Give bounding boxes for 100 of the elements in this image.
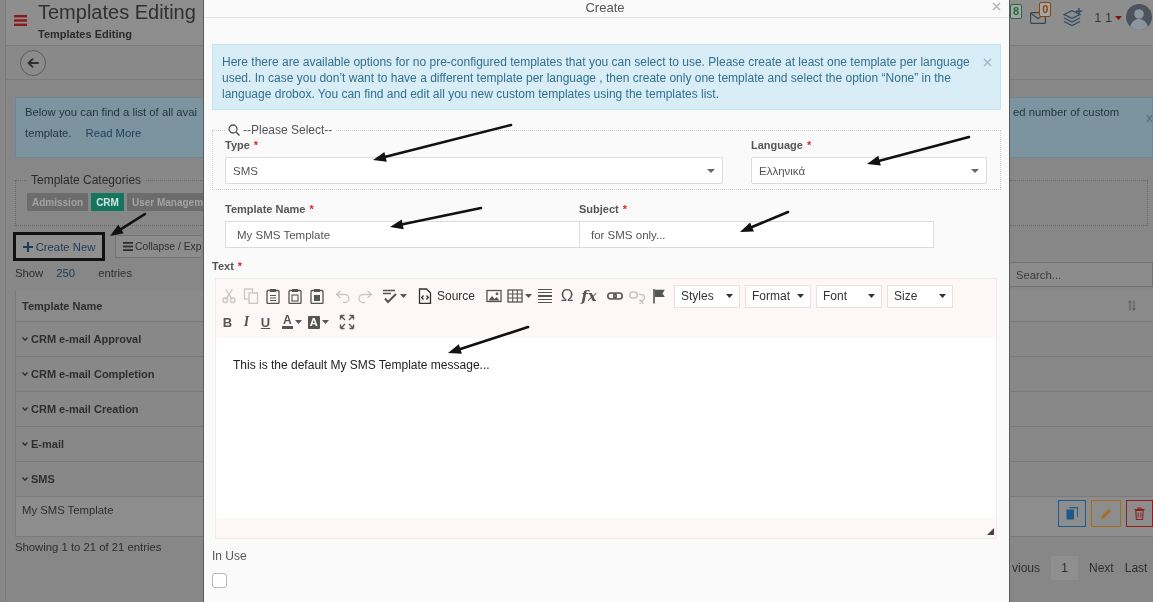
editor-content-field[interactable]: This is the default My SMS Template message... xyxy=(216,338,996,518)
caret-icon xyxy=(868,294,876,298)
field-label: Type xyxy=(225,138,250,152)
sort-icon xyxy=(1128,300,1136,311)
info-text: Below you can find a list of all avai template. Read More xyxy=(25,105,199,141)
list-icon xyxy=(123,242,133,251)
chevron-down-icon xyxy=(22,442,28,446)
table-info: Showing 1 to 21 of 21 entries xyxy=(15,540,163,554)
field-label: Template Name xyxy=(225,202,306,216)
field-label: Subject xyxy=(579,202,619,216)
chevron-down-icon xyxy=(22,372,28,376)
collapse-expand-button[interactable]: Collapse / Exp xyxy=(115,235,202,258)
editor-text: This is the default My SMS Template message... xyxy=(233,358,491,372)
redo-icon xyxy=(357,288,373,304)
table-cell: My SMS Template xyxy=(22,504,114,516)
field-label: Text xyxy=(212,259,234,273)
pagination-button[interactable]: 1 xyxy=(1051,556,1078,580)
page-title: Templates Editing xyxy=(38,0,196,24)
pagination-button[interactable]: vious xyxy=(1012,556,1040,580)
search-field[interactable]: Search... xyxy=(1010,262,1153,287)
notification-badge: 8 xyxy=(1010,4,1023,19)
menu-button[interactable] xyxy=(14,15,27,26)
field-label: Language xyxy=(751,138,803,152)
menu-icon xyxy=(14,15,27,26)
modal-title: Create xyxy=(584,0,626,15)
caret-icon xyxy=(321,320,329,324)
toolbar-dropdown[interactable]: Format xyxy=(745,284,812,308)
underline-button[interactable]: U xyxy=(256,310,275,334)
table-icon xyxy=(507,288,524,304)
chevron-down-icon xyxy=(22,407,28,411)
group-label[interactable]: CRM e-mail Completion xyxy=(31,368,155,380)
close-button[interactable] xyxy=(992,2,1001,11)
spellcheck-icon xyxy=(382,288,398,304)
close-icon xyxy=(1146,114,1152,123)
caret-icon xyxy=(726,294,734,298)
caret-icon xyxy=(294,320,302,324)
column-header: Template Name xyxy=(22,299,103,312)
panel-legend: --Please Select-- xyxy=(243,123,333,137)
group-label[interactable]: CRM e-mail Creation xyxy=(31,403,139,415)
alert-close-button[interactable] xyxy=(983,58,992,67)
add-layer-button[interactable] xyxy=(1063,8,1084,26)
chevron-down-icon xyxy=(22,477,28,481)
undo-icon xyxy=(335,288,351,304)
image-icon xyxy=(486,288,503,304)
text-color-button[interactable]: A xyxy=(279,310,305,334)
required-mark: * xyxy=(622,202,627,216)
pencil-icon xyxy=(1100,507,1112,520)
in-use-checkbox[interactable] xyxy=(212,573,227,588)
create-new-button[interactable]: Create New xyxy=(16,235,102,258)
text-input[interactable]: for SMS only... xyxy=(579,221,934,248)
bold-button[interactable]: B xyxy=(218,310,237,334)
background-color-button[interactable]: A xyxy=(304,310,332,334)
alert-text: Here there are available options for no pre-configured templates that you can select to use. Please create at least one template per language used. In case you don’t want to have a different template per language , then create only one template and select the option “None” in the language drobox. You can find and edit all you new custom templates using the templates list. xyxy=(222,54,970,102)
caret-icon xyxy=(1115,15,1123,20)
required-mark: * xyxy=(309,202,314,216)
special-character-button[interactable]: Ω xyxy=(556,284,579,308)
group-label[interactable]: SMS xyxy=(31,473,55,485)
close-icon xyxy=(983,58,992,67)
toolbar-dropdown[interactable]: Font xyxy=(816,284,883,308)
toolbar-dropdown[interactable]: Size xyxy=(887,284,954,308)
italic-button[interactable]: I xyxy=(237,310,256,334)
delete-button[interactable] xyxy=(1126,500,1153,527)
read-more-link[interactable]: Read More xyxy=(85,127,142,139)
pagination-button[interactable]: Next xyxy=(1089,556,1114,580)
arrow-left-icon xyxy=(27,57,39,68)
select-field[interactable]: SMS xyxy=(225,157,723,184)
group-label[interactable]: E-mail xyxy=(31,438,64,450)
text-input[interactable]: My SMS Template xyxy=(225,221,580,248)
back-button[interactable] xyxy=(20,49,46,76)
broken-link-icon xyxy=(629,288,646,304)
notification-badge: 0 xyxy=(1039,2,1052,17)
resize-grip-icon xyxy=(987,528,994,535)
search-icon xyxy=(228,124,240,136)
code-document-icon xyxy=(417,288,433,304)
stack-plus-icon xyxy=(1063,8,1084,26)
clipboard-icon xyxy=(287,288,303,304)
caret-icon xyxy=(707,168,715,173)
info-text: ed number of custom xyxy=(1013,105,1120,120)
pagination-button[interactable]: Last xyxy=(1124,556,1148,580)
caret-icon xyxy=(797,294,805,298)
categories-legend: Template Categories xyxy=(27,173,146,187)
category-tag[interactable]: CRM xyxy=(91,193,124,211)
required-mark: * xyxy=(253,138,259,152)
banner-close-button[interactable] xyxy=(1146,114,1152,123)
duplicate-button[interactable] xyxy=(1058,500,1086,527)
close-icon xyxy=(992,2,1001,11)
user-avatar xyxy=(1126,4,1153,30)
group-label[interactable]: CRM e-mail Approval xyxy=(31,333,142,345)
toolbar-dropdown[interactable]: Styles xyxy=(674,284,741,308)
copy-icon xyxy=(1066,507,1078,520)
length-label: entries xyxy=(98,266,133,280)
source-button[interactable]: Source xyxy=(413,284,480,308)
select-field[interactable]: Ελληνικά xyxy=(751,157,987,184)
caret-icon xyxy=(939,294,947,298)
caret-icon xyxy=(400,294,407,298)
length-label: Show xyxy=(15,266,44,280)
formula-button[interactable]: fx xyxy=(578,284,601,308)
page-subtitle: Templates Editing xyxy=(38,27,133,42)
required-mark: * xyxy=(806,138,812,152)
caret-icon xyxy=(971,168,979,173)
